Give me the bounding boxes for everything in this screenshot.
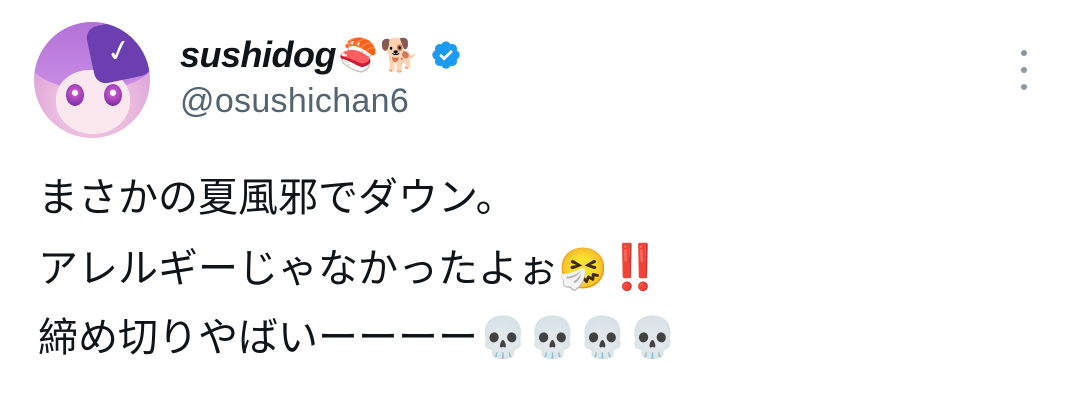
avatar[interactable]: ✓ [34, 22, 150, 138]
tweet-line-1: まさかの夏風邪でダウン。 [38, 168, 1048, 228]
menu-dot [1021, 84, 1027, 90]
tweet-text: まさかの夏風邪でダウン。 アレルギーじゃなかったよぉ🤧‼️ 締め切りやばいーーー… [38, 168, 1048, 378]
skull-icon: 💀 [577, 315, 628, 361]
sushi-icon: 🍣 [338, 36, 378, 74]
tweet-card: ✓ sushidog 🍣 🐕 @osushichan6 まさかの夏風邪でダウン。… [0, 0, 1080, 410]
double-exclamation-icon: ‼️ [607, 242, 663, 293]
more-vertical-icon[interactable] [1014, 50, 1034, 90]
tweet-line-3: 締め切りやばいーーーー💀💀💀💀 [38, 308, 1048, 368]
handle[interactable]: @osushichan6 [180, 82, 409, 121]
author-name-row[interactable]: sushidog 🍣 🐕 [180, 30, 462, 80]
tweet-line-1-text: まさかの夏風邪でダウン。 [38, 175, 516, 221]
dog-icon: 🐕 [379, 36, 420, 74]
display-name[interactable]: sushidog [180, 34, 337, 76]
menu-dot [1021, 67, 1027, 73]
skull-icon: 💀 [478, 315, 528, 361]
tweet-line-2: アレルギーじゃなかったよぉ🤧‼️ [38, 238, 1048, 298]
verified-badge-icon [432, 41, 460, 69]
tweet-line-3-text: 締め切りやばいーーーー [38, 315, 478, 361]
skull-icon: 💀 [627, 315, 678, 361]
skull-icon: 💀 [527, 315, 578, 361]
tweet-line-2-text: アレルギーじゃなかったよぉ [38, 246, 558, 292]
menu-dot [1021, 50, 1027, 56]
avatar-eye-left [66, 84, 84, 106]
sneezing-face-icon: 🤧 [558, 246, 608, 292]
avatar-check-badge-icon: ✓ [84, 22, 150, 86]
avatar-eye-right [104, 84, 122, 106]
